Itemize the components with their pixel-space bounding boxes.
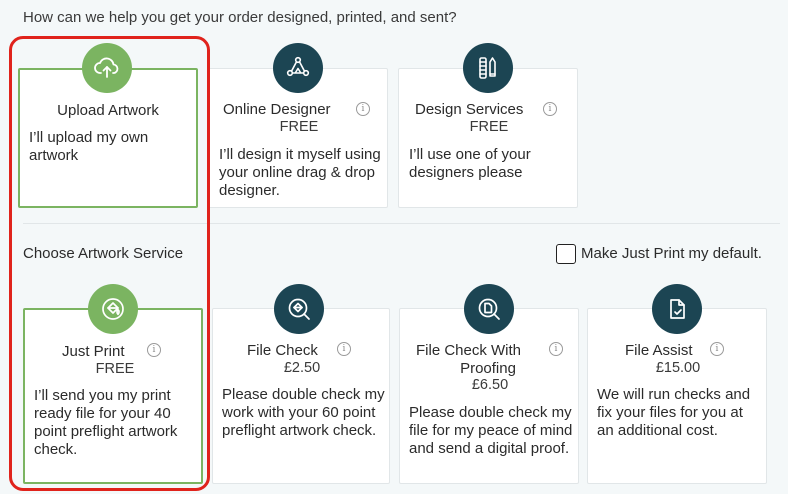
card-price: FREE [469, 119, 509, 135]
card-description: We will run checks and fix your files fo… [597, 386, 751, 439]
card-price: FREE [279, 119, 319, 135]
default-checkbox[interactable] [556, 244, 576, 264]
info-icon[interactable]: i [356, 102, 370, 116]
selection-highlight [9, 36, 210, 491]
file-check-proofing-card[interactable]: File Check With i Proofing £6.50 Please … [399, 308, 579, 484]
card-description: Please double check my file for my peace… [409, 404, 573, 457]
paint-bucket-search-icon [274, 284, 324, 334]
card-price: £15.00 [655, 360, 701, 376]
card-description: Please double check my work with your 60… [222, 386, 385, 439]
document-check-icon [652, 284, 702, 334]
card-title-line2: Proofing [460, 360, 516, 377]
card-title: Online Designer [223, 101, 331, 118]
info-icon[interactable]: i [710, 342, 724, 356]
page-heading: How can we help you get your order desig… [23, 9, 457, 26]
design-nodes-icon [273, 43, 323, 93]
card-title: File Check With [416, 342, 522, 359]
card-title: File Check [247, 342, 318, 359]
card-description: I’ll design it myself using your online … [219, 146, 381, 199]
card-price: £6.50 [471, 377, 509, 393]
card-price: £2.50 [283, 360, 321, 376]
file-check-card[interactable]: File Check i £2.50 Please double check m… [212, 308, 390, 484]
card-description: I’ll use one of your designers please [409, 146, 531, 181]
info-icon[interactable]: i [543, 102, 557, 116]
file-assist-card[interactable]: File Assist i £15.00 We will run checks … [587, 308, 767, 484]
document-search-icon [464, 284, 514, 334]
info-icon[interactable]: i [337, 342, 351, 356]
default-checkbox-label[interactable]: Make Just Print my default. [581, 245, 762, 262]
pencil-ruler-icon [463, 43, 513, 93]
info-icon[interactable]: i [549, 342, 563, 356]
card-title: File Assist [625, 342, 693, 359]
card-title: Design Services [415, 101, 524, 118]
